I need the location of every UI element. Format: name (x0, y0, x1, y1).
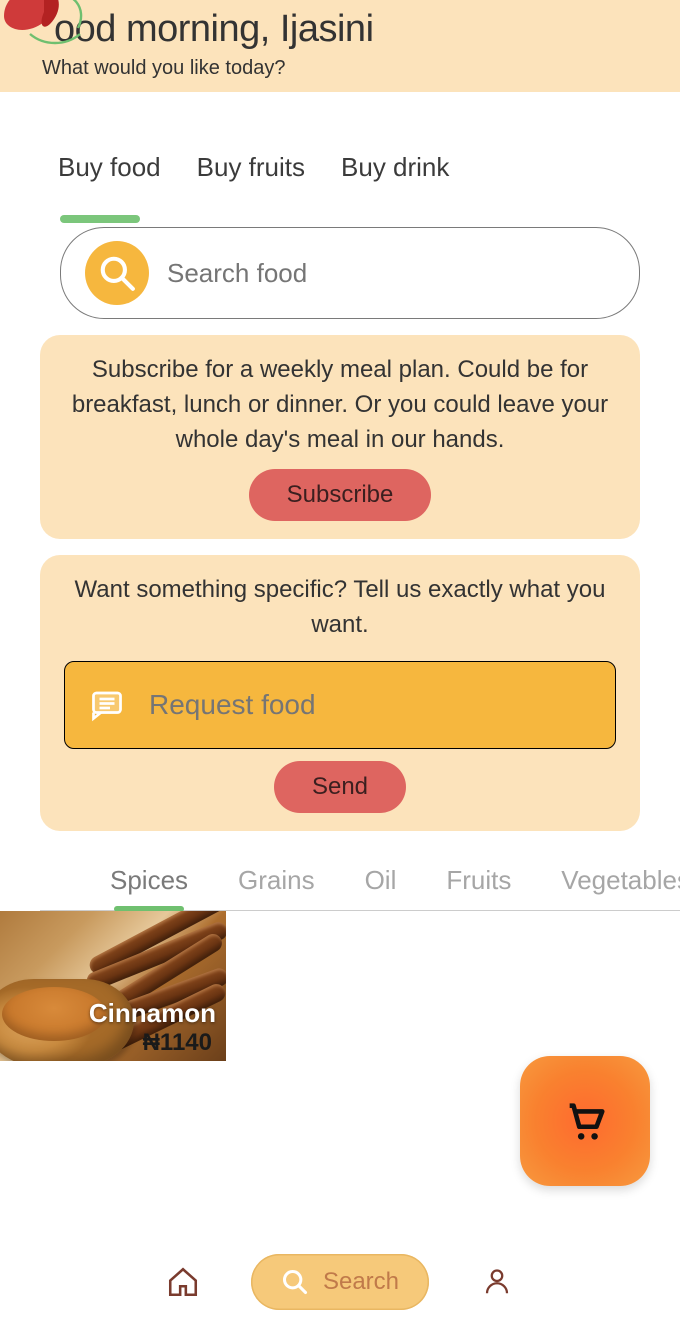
cat-fruits[interactable]: Fruits (446, 865, 511, 910)
cart-icon (562, 1098, 608, 1144)
greeting-text: ood morning, Ijasini (40, 0, 640, 51)
cat-oil[interactable]: Oil (365, 865, 397, 910)
main-content: Buy food Buy fruits Buy drink Subscribe … (0, 92, 680, 1061)
request-card: Want something specific? Tell us exactly… (40, 555, 640, 831)
bottom-nav: Search (0, 1254, 680, 1310)
header: ood morning, Ijasini What would you like… (0, 0, 680, 92)
request-field[interactable] (64, 661, 616, 749)
nav-home[interactable] (163, 1262, 203, 1302)
cat-vegetables[interactable]: Vegetables (561, 865, 680, 910)
search-icon (85, 241, 149, 305)
top-tabs: Buy food Buy fruits Buy drink (40, 152, 640, 183)
category-tabs: Spices Grains Oil Fruits Vegetables (40, 865, 680, 911)
search-input[interactable] (167, 258, 615, 289)
search-small-icon (281, 1268, 309, 1296)
cat-grains[interactable]: Grains (238, 865, 315, 910)
nav-profile[interactable] (477, 1262, 517, 1302)
products-row: Cinnamon ₦1140 (0, 911, 640, 1061)
nav-search[interactable]: Search (251, 1254, 429, 1310)
subscribe-button[interactable]: Subscribe (249, 469, 432, 521)
cat-spices[interactable]: Spices (110, 865, 188, 910)
subscribe-card: Subscribe for a weekly meal plan. Could … (40, 335, 640, 539)
product-name: Cinnamon (89, 998, 216, 1029)
tab-buy-fruits[interactable]: Buy fruits (197, 152, 305, 183)
cart-fab[interactable] (520, 1056, 650, 1186)
profile-icon (482, 1265, 512, 1299)
request-input[interactable] (149, 689, 591, 721)
request-text: Want something specific? Tell us exactly… (64, 573, 616, 643)
tab-buy-food[interactable]: Buy food (58, 152, 161, 183)
product-card[interactable]: Cinnamon ₦1140 (0, 911, 226, 1061)
search-field[interactable] (60, 227, 640, 319)
subscribe-text: Subscribe for a weekly meal plan. Could … (64, 353, 616, 457)
nav-search-label: Search (323, 1268, 399, 1296)
product-price: ₦1140 (143, 1029, 212, 1057)
app-logo-icon (0, 0, 90, 55)
send-button[interactable]: Send (274, 761, 406, 813)
greeting-sub: What would you like today? (40, 57, 640, 80)
home-icon (166, 1265, 200, 1299)
chat-icon (89, 687, 125, 723)
tab-buy-drink[interactable]: Buy drink (341, 152, 449, 183)
